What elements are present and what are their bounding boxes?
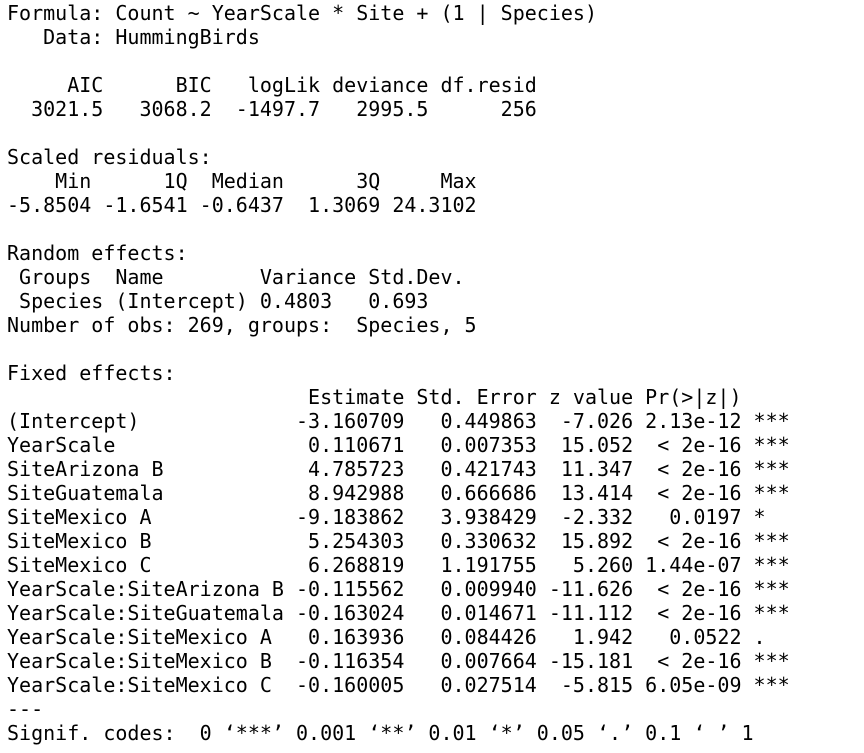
console-line: YearScale:SiteMexico A 0.163936 0.084426…: [7, 625, 766, 649]
console-line: ---: [7, 697, 44, 721]
console-line: SiteMexico C 6.268819 1.191755 5.260 1.4…: [7, 553, 790, 577]
console-line: Random effects:: [7, 241, 188, 265]
console-output: Formula: Count ~ YearScale * Site + (1 |…: [0, 0, 864, 745]
console-line: Number of obs: 269, groups: Species, 5: [7, 313, 477, 337]
console-line: Fixed effects:: [7, 361, 176, 385]
console-line: Formula: Count ~ YearScale * Site + (1 |…: [7, 1, 598, 25]
console-line: SiteArizona B 4.785723 0.421743 11.347 <…: [7, 457, 790, 481]
console-line: 3021.5 3068.2 -1497.7 2995.5 256: [7, 97, 537, 121]
console-line: Data: HummingBirds: [7, 25, 260, 49]
console-line: AIC BIC logLik deviance df.resid: [7, 73, 537, 97]
console-line: Signif. codes: 0 ‘***’ 0.001 ‘**’ 0.01 ‘…: [7, 721, 754, 745]
console-line: Estimate Std. Error z value Pr(>|z|): [7, 385, 742, 409]
console-line: YearScale:SiteArizona B -0.115562 0.0099…: [7, 577, 790, 601]
console-line: (Intercept) -3.160709 0.449863 -7.026 2.…: [7, 409, 790, 433]
console-line: Groups Name Variance Std.Dev.: [7, 265, 465, 289]
console-line: YearScale:SiteMexico C -0.160005 0.02751…: [7, 673, 790, 697]
console-line: Min 1Q Median 3Q Max: [7, 169, 477, 193]
console-line: YearScale:SiteGuatemala -0.163024 0.0146…: [7, 601, 790, 625]
console-line: YearScale 0.110671 0.007353 15.052 < 2e-…: [7, 433, 790, 457]
console-line: -5.8504 -1.6541 -0.6437 1.3069 24.3102: [7, 193, 477, 217]
console-line: SiteMexico A -9.183862 3.938429 -2.332 0…: [7, 505, 766, 529]
console-line: Scaled residuals:: [7, 145, 212, 169]
console-line: SiteGuatemala 8.942988 0.666686 13.414 <…: [7, 481, 790, 505]
console-line: YearScale:SiteMexico B -0.116354 0.00766…: [7, 649, 790, 673]
console-line: Species (Intercept) 0.4803 0.693: [7, 289, 429, 313]
console-line: SiteMexico B 5.254303 0.330632 15.892 < …: [7, 529, 790, 553]
